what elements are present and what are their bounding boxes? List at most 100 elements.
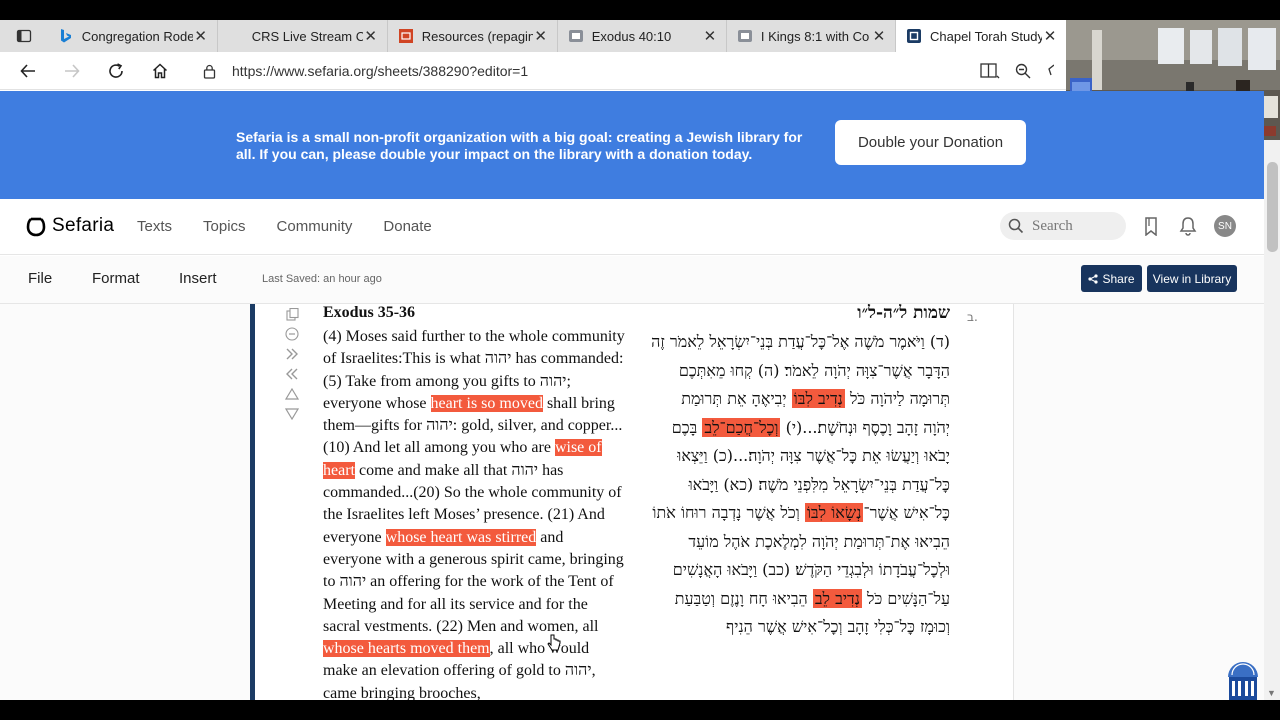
notifications-bell-icon[interactable] [1179,216,1197,236]
reader-view-icon[interactable] [980,62,1000,80]
move-up-icon[interactable] [283,384,301,404]
hebrew-text-highlight: וְכׇל־חֲכַם־לֵב [702,417,781,437]
top-letterbox [0,0,1280,20]
search-input[interactable]: Search [1000,212,1126,240]
bing-icon [58,28,74,44]
browser-tab[interactable]: Exodus 40:10 ✕ [558,20,727,52]
format-menu[interactable]: Format [92,270,140,287]
donation-banner: Sefaria is a small non-profit organizati… [0,91,1264,199]
english-text[interactable]: Exodus 35-36 (4) Moses said further to t… [323,304,625,700]
source-tools [283,304,301,424]
nav-texts[interactable]: Texts [137,218,172,235]
scroll-down-arrow-icon[interactable]: ▼ [1267,688,1276,698]
english-source-ref[interactable]: Exodus 35-36 [323,304,625,326]
back-button[interactable] [6,52,50,90]
tab-label: CRS Live Stream Co [251,28,363,44]
site-header: Sefaria Texts Topics Community Donate Se… [0,199,1264,255]
close-tab-icon[interactable]: ✕ [871,27,887,45]
address-bar[interactable]: https://www.sefaria.org/sheets/388290?ed… [196,56,1060,86]
english-text-highlight: heart is so moved [430,394,543,412]
move-down-icon[interactable] [283,404,301,424]
search-icon [1008,218,1024,234]
indent-right-icon[interactable] [283,344,301,364]
page-scrollbar[interactable]: ▼ [1264,140,1280,700]
browser-tab-active[interactable]: Chapel Torah Study ✕ [896,20,1066,52]
logo-text: Sefaria [52,215,115,236]
sheet-source-block: Exodus 35-36 (4) Moses said further to t… [250,304,1014,700]
slides-icon [398,28,414,44]
sefaria-tab-icon [737,28,753,44]
scrollbar-thumb[interactable] [1267,162,1278,252]
url-actions [980,56,1060,86]
editor-toolbar: File Format Insert Last Saved: an hour a… [0,256,1264,304]
close-tab-icon[interactable]: ✕ [193,27,209,45]
browser-tab[interactable]: Congregation Rode ✕ [48,20,218,52]
hebrew-text-highlight: נְשָׂאוֹ לִבּוֹ [804,503,864,522]
close-tab-icon[interactable]: ✕ [702,27,718,45]
close-tab-icon[interactable]: ✕ [1042,27,1058,45]
blank-icon [228,28,244,44]
sefaria-tab-icon [568,28,584,44]
navigation-bar: https://www.sefaria.org/sheets/388290?ed… [0,52,1066,90]
browser-tab[interactable]: CRS Live Stream Co ✕ [218,20,388,52]
lock-icon [203,64,216,79]
tab-strip: Congregation Rode ✕ CRS Live Stream Co ✕… [0,20,1066,52]
library-building-icon[interactable] [1226,659,1260,700]
site-nav: Texts Topics Community Donate [137,218,463,235]
sefaria-logo-icon [26,217,46,237]
close-tab-icon[interactable]: ✕ [363,27,379,45]
tab-label: Chapel Torah Study [930,28,1042,44]
url-text: https://www.sefaria.org/sheets/388290?ed… [232,63,529,79]
insert-menu[interactable]: Insert [179,270,217,287]
favorite-star-icon[interactable] [1046,62,1054,80]
tab-label: Resources (repagin [421,28,533,44]
hebrew-text[interactable]: שמות ל״ה-ל״ו (ד) וַיֹּאמֶר מֹשֶׁה אֶל־כׇ… [650,304,950,642]
nav-donate[interactable]: Donate [383,218,431,235]
search-placeholder: Search [1032,217,1073,234]
english-source-body: (4) Moses said further to the whole comm… [323,328,625,700]
tab-label: Exodus 40:10 [591,28,672,44]
browser-tab[interactable]: I Kings 8:1 with Co ✕ [727,20,896,52]
hebrew-source-ref[interactable]: שמות ל״ה-ל״ו [650,304,950,328]
share-label: Share [1102,271,1135,286]
home-icon [152,62,168,78]
view-in-library-button[interactable]: View in Library [1147,265,1237,292]
close-tab-icon[interactable]: ✕ [533,27,549,45]
tab-actions-button[interactable] [0,20,48,52]
indent-left-icon[interactable] [283,364,301,384]
tab-label: I Kings 8:1 with Co [760,28,870,44]
share-button[interactable]: Share [1081,265,1142,292]
nav-community[interactable]: Community [277,218,353,235]
english-text-highlight: whose heart was stirred [385,528,537,546]
source-number: ב. [967,310,978,324]
hebrew-text-highlight: נְדִיב לֵב [812,588,862,608]
forward-button[interactable] [50,52,94,90]
back-arrow-icon [20,63,35,78]
hebrew-text-highlight: נְדִיב לִבּוֹ [791,389,845,408]
banner-message: Sefaria is a small non-profit organizati… [236,129,803,162]
user-avatar[interactable]: SN [1214,215,1236,237]
sefaria-logo-icon [906,28,922,44]
file-menu[interactable]: File [28,270,52,287]
sheet-content: Exodus 35-36 (4) Moses said further to t… [0,304,1264,700]
saved-bookmark-icon[interactable] [1143,217,1159,236]
sefaria-logo[interactable]: Sefaria [26,215,114,237]
forward-arrow-icon [65,63,80,78]
nav-topics[interactable]: Topics [203,218,246,235]
tab-label: Congregation Rode [81,28,193,44]
remove-icon[interactable] [283,324,301,344]
bottom-letterbox [0,700,1280,720]
refresh-button[interactable] [94,52,138,90]
share-icon [1088,273,1099,284]
browser-tab[interactable]: Resources (repagin ✕ [388,20,558,52]
home-button[interactable] [138,52,182,90]
last-saved-status: Last Saved: an hour ago [262,273,382,285]
refresh-icon [109,62,123,78]
zoom-icon[interactable] [1014,62,1032,80]
screen: Congregation Rode ✕ CRS Live Stream Co ✕… [0,0,1280,720]
copy-icon[interactable] [283,304,301,324]
hebrew-source-body: (ד) וַיֹּאמֶר מֹשֶׁה אֶל־כׇּל־עֲדַת בְּנ… [651,332,950,636]
mouse-cursor-icon [547,634,561,651]
tab-actions-icon [16,29,32,43]
double-donation-button[interactable]: Double your Donation [835,120,1026,165]
